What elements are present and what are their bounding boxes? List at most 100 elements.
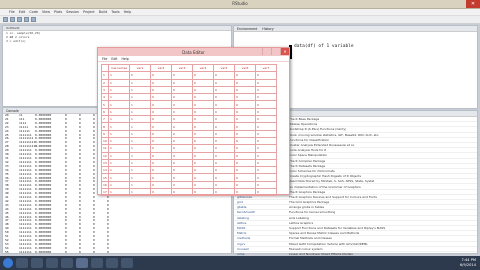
grid-cell[interactable]: 14	[101, 166, 109, 175]
package-name[interactable]: methods	[237, 236, 289, 240]
grid-cell[interactable]: 0	[171, 144, 193, 153]
grid-cell[interactable]: 0	[213, 173, 235, 182]
grid-cell[interactable]: 0	[192, 158, 214, 168]
grid-cell[interactable]: 16	[101, 180, 109, 190]
grid-cell[interactable]: 1	[108, 151, 130, 160]
grid-cell[interactable]: 0	[150, 122, 172, 131]
grid-cell[interactable]: 8	[101, 122, 109, 131]
grid-cell[interactable]: 0	[171, 100, 193, 109]
taskbar-explorer-icon[interactable]	[16, 258, 28, 268]
grid-cell[interactable]: 0	[150, 180, 172, 190]
env-tab[interactable]: Environment	[237, 26, 257, 31]
grid-cell[interactable]: 0	[234, 93, 256, 102]
grid-cell[interactable]: 1	[108, 158, 130, 168]
grid-cell[interactable]: 15	[101, 173, 109, 182]
grid-cell[interactable]: 1	[129, 188, 151, 197]
grid-cell[interactable]: 1	[129, 107, 151, 117]
grid-cell[interactable]: 1	[108, 71, 130, 80]
grid-cell[interactable]: 0	[255, 144, 277, 153]
grid-cell[interactable]: 0	[213, 100, 235, 109]
start-button[interactable]	[3, 258, 13, 268]
grid-cell[interactable]: 0	[171, 78, 193, 87]
grid-cell[interactable]: 0	[234, 180, 256, 190]
editor-minimize-button[interactable]	[262, 48, 271, 55]
grid-cell[interactable]: 0	[255, 115, 277, 124]
menu-item[interactable]: View	[42, 10, 50, 14]
grid-cell[interactable]: 0	[171, 71, 193, 80]
save-all-icon[interactable]	[24, 17, 29, 22]
package-name[interactable]: Matrix	[237, 231, 289, 235]
grid-cell[interactable]: 0	[150, 158, 172, 168]
print-icon[interactable]	[31, 17, 36, 22]
grid-cell[interactable]: 0	[234, 122, 256, 131]
grid-cell[interactable]: 0	[129, 71, 151, 80]
editor-close-button[interactable]: ✕	[280, 48, 289, 55]
grid-cell[interactable]: 1	[129, 78, 151, 87]
grid-cell[interactable]: 0	[150, 151, 172, 160]
grid-cell[interactable]: 0	[255, 93, 277, 102]
grid-cell[interactable]: 0	[192, 78, 214, 87]
grid-cell[interactable]: 1	[129, 129, 151, 138]
grid-cell[interactable]: 1	[129, 85, 151, 95]
grid-cell[interactable]: 7	[101, 115, 109, 124]
env-tab[interactable]: History	[262, 26, 273, 31]
save-icon[interactable]	[17, 17, 22, 22]
grid-cell[interactable]: 0	[171, 115, 193, 124]
maximize-button[interactable]	[454, 0, 466, 8]
grid-cell[interactable]: 4	[101, 93, 109, 102]
menu-item[interactable]: Tools	[111, 10, 119, 14]
editor-menu-item[interactable]: Edit	[111, 56, 117, 61]
grid-cell[interactable]: 1	[108, 173, 130, 182]
grid-cell[interactable]: 0	[192, 100, 214, 109]
grid-cell[interactable]: 11	[101, 144, 109, 153]
new-file-icon[interactable]	[3, 17, 8, 22]
grid-cell[interactable]: 1	[129, 122, 151, 131]
grid-cell[interactable]: 0	[192, 173, 214, 182]
grid-cell[interactable]: 0	[171, 129, 193, 138]
grid-cell[interactable]: 0	[255, 71, 277, 80]
grid-cell[interactable]: 1	[129, 173, 151, 182]
grid-cell[interactable]: 0	[255, 173, 277, 182]
minimize-button[interactable]	[442, 0, 454, 8]
grid-cell[interactable]: 0	[255, 166, 277, 175]
grid-cell[interactable]: 0	[234, 100, 256, 109]
grid-header-cell[interactable]: var6	[234, 63, 256, 73]
grid-cell[interactable]: 0	[171, 188, 193, 197]
grid-cell[interactable]: 0	[213, 122, 235, 131]
grid-cell[interactable]: 0	[213, 144, 235, 153]
grid-cell[interactable]: 1	[108, 144, 130, 153]
package-name[interactable]: labeling	[237, 216, 289, 220]
grid-cell[interactable]: 0	[213, 180, 235, 190]
data-editor-titlebar[interactable]: Data Editor ✕	[98, 48, 289, 56]
grid-cell[interactable]: 0	[234, 71, 256, 80]
grid-header-cell[interactable]: var4	[192, 63, 214, 73]
grid-cell[interactable]: 1	[129, 158, 151, 168]
grid-cell[interactable]: 1	[129, 115, 151, 124]
grid-header-cell[interactable]: var3	[171, 63, 193, 73]
grid-cell[interactable]: 1	[129, 93, 151, 102]
package-name[interactable]: munsell	[237, 247, 289, 251]
menu-item[interactable]: Edit	[19, 10, 26, 14]
grid-cell[interactable]: 0	[192, 166, 214, 175]
grid-header-cell[interactable]: var1	[129, 63, 151, 73]
grid-cell[interactable]: 0	[234, 188, 256, 197]
editor-menu-item[interactable]: File	[102, 56, 107, 61]
grid-cell[interactable]: 0	[171, 151, 193, 160]
grid-cell[interactable]: 0	[150, 93, 172, 102]
grid-cell[interactable]: 5	[101, 100, 109, 109]
grid-cell[interactable]: 0	[171, 173, 193, 182]
grid-cell[interactable]: 1	[108, 122, 130, 131]
grid-cell[interactable]: 1	[108, 188, 130, 197]
grid-cell[interactable]: 10	[101, 136, 109, 146]
grid-cell[interactable]: 0	[255, 85, 277, 95]
grid-cell[interactable]: 0	[192, 107, 214, 117]
grid-cell[interactable]: 0	[150, 166, 172, 175]
grid-cell[interactable]: 1	[129, 144, 151, 153]
grid-cell[interactable]: 0	[255, 122, 277, 131]
grid-cell[interactable]: 0	[234, 107, 256, 117]
package-name[interactable]: grid	[237, 200, 289, 204]
grid-cell[interactable]: 0	[150, 78, 172, 87]
grid-header-cell[interactable]	[101, 63, 109, 73]
grid-cell[interactable]: 12	[101, 151, 109, 160]
grid-cell[interactable]: 0	[171, 158, 193, 168]
